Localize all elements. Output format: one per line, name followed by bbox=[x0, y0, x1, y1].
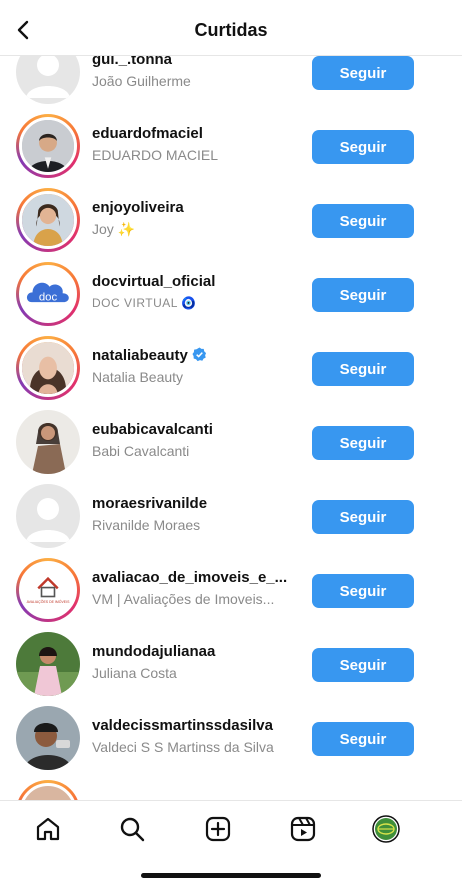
list-item: eduardofmaciel EDUARDO MACIEL Seguir bbox=[0, 112, 462, 186]
profile-photo bbox=[22, 342, 74, 394]
reels-icon[interactable] bbox=[289, 815, 317, 843]
username[interactable]: enjoyoliveira bbox=[92, 198, 292, 218]
follow-button[interactable]: Seguir bbox=[312, 574, 414, 608]
profile-avatar[interactable] bbox=[372, 815, 400, 843]
follow-button[interactable]: Seguir bbox=[312, 204, 414, 238]
avatar[interactable] bbox=[16, 484, 80, 548]
imoveis-logo: AVALIAÇÕES DE IMÓVEIS bbox=[22, 564, 74, 616]
profile-photo bbox=[22, 194, 74, 246]
profile-photo bbox=[16, 632, 80, 696]
avatar[interactable] bbox=[16, 706, 80, 770]
bottom-tab-bar bbox=[0, 800, 462, 856]
full-name: EDUARDO MACIEL bbox=[92, 147, 219, 163]
full-name: Joy ✨ bbox=[92, 221, 136, 237]
new-post-icon[interactable] bbox=[204, 815, 232, 843]
follow-button[interactable]: Seguir bbox=[312, 130, 414, 164]
full-name: VM | Avaliações de Imoveis... bbox=[92, 591, 275, 607]
home-indicator bbox=[141, 873, 321, 878]
doc-virtual-logo: doc bbox=[22, 268, 74, 320]
svg-text:AVALIAÇÕES DE IMÓVEIS: AVALIAÇÕES DE IMÓVEIS bbox=[27, 599, 71, 604]
list-item: moraesrivanilde Rivanilde Moraes Seguir bbox=[0, 482, 462, 556]
list-item: valdecissmartinssdasilva Valdeci S S Mar… bbox=[0, 704, 462, 778]
profile-photo bbox=[16, 410, 80, 474]
full-name: Natalia Beauty bbox=[92, 369, 184, 385]
avatar[interactable]: AVALIAÇÕES DE IMÓVEIS bbox=[16, 558, 80, 622]
full-name: Valdeci S S Martinss da Silva bbox=[92, 739, 274, 755]
page-title: Curtidas bbox=[194, 20, 268, 40]
list-item: doc docvirtual_oficial DOC VIRTUAL 🧿 Seg… bbox=[0, 260, 462, 334]
username[interactable]: avaliacao_de_imoveis_e_... bbox=[92, 568, 292, 588]
username[interactable]: docvirtual_oficial bbox=[92, 272, 292, 292]
username[interactable]: mundodajulianaa bbox=[92, 642, 292, 662]
list-item: mundodajulianaa Juliana Costa Seguir bbox=[0, 630, 462, 704]
follow-button[interactable]: Seguir bbox=[312, 648, 414, 682]
avatar[interactable] bbox=[16, 188, 80, 252]
follow-button[interactable]: Seguir bbox=[312, 426, 414, 460]
follow-button[interactable]: Seguir bbox=[312, 352, 414, 386]
full-name: Juliana Costa bbox=[92, 665, 177, 681]
full-name: Babi Cavalcanti bbox=[92, 443, 190, 459]
default-avatar-icon bbox=[26, 498, 70, 542]
avatar[interactable] bbox=[16, 114, 80, 178]
profile-photo bbox=[22, 120, 74, 172]
username[interactable]: eubabicavalcanti bbox=[92, 420, 292, 440]
list-item bbox=[0, 778, 462, 800]
profile-photo bbox=[16, 706, 80, 770]
follow-button[interactable]: Seguir bbox=[312, 722, 414, 756]
username[interactable]: nataliabeauty bbox=[92, 346, 292, 366]
full-name: João Guilherme bbox=[92, 73, 191, 89]
full-name: Rivanilde Moraes bbox=[92, 517, 201, 533]
list-item: AVALIAÇÕES DE IMÓVEIS avaliacao_de_imove… bbox=[0, 556, 462, 630]
username[interactable]: valdecissmartinssdasilva bbox=[92, 716, 292, 736]
verified-badge-icon bbox=[192, 347, 206, 362]
avatar[interactable] bbox=[16, 780, 80, 800]
full-name: DOC VIRTUAL 🧿 bbox=[92, 296, 197, 310]
avatar[interactable] bbox=[16, 632, 80, 696]
follow-button[interactable]: Seguir bbox=[312, 56, 414, 90]
list-item: eubabicavalcanti Babi Cavalcanti Seguir bbox=[0, 408, 462, 482]
list-item: enjoyoliveira Joy ✨ Seguir bbox=[0, 186, 462, 260]
search-icon[interactable] bbox=[118, 815, 146, 843]
follow-button[interactable]: Seguir bbox=[312, 278, 414, 312]
home-icon[interactable] bbox=[34, 815, 62, 843]
likes-list: gui._.tonha João Guilherme Seguir eduard… bbox=[0, 40, 462, 800]
username[interactable]: moraesrivanilde bbox=[92, 494, 292, 514]
avatar[interactable] bbox=[16, 336, 80, 400]
avatar[interactable]: doc bbox=[16, 262, 80, 326]
follow-button[interactable]: Seguir bbox=[312, 500, 414, 534]
svg-text:doc: doc bbox=[39, 292, 58, 304]
list-item: nataliabeauty Natalia Beauty Seguir bbox=[0, 334, 462, 408]
avatar[interactable] bbox=[16, 410, 80, 474]
header: Curtidas bbox=[0, 0, 462, 56]
username[interactable]: eduardofmaciel bbox=[92, 124, 292, 144]
